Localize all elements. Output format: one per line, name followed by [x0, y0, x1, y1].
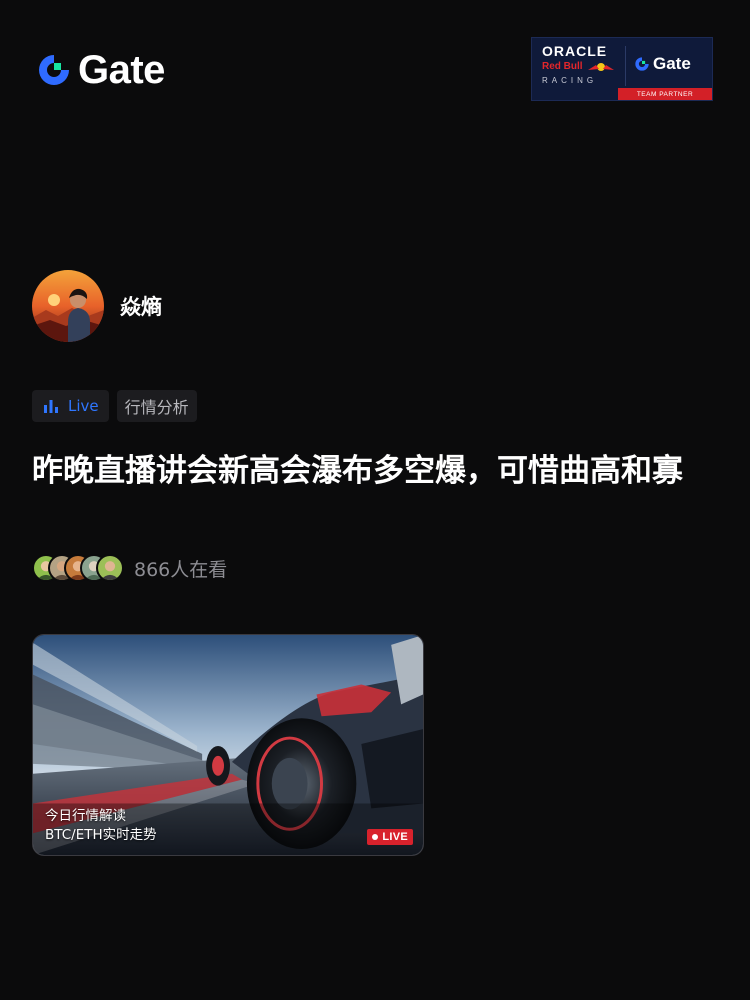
- gate-logo-icon: [39, 55, 69, 85]
- live-badge: LIVE: [367, 829, 413, 845]
- redbull-text: Red Bull: [542, 61, 583, 72]
- logo-text: Gate: [78, 48, 165, 92]
- viewer-avatars: [32, 554, 124, 582]
- tag-row: Live 行情分析: [32, 390, 197, 422]
- racing-text: RACING: [542, 76, 598, 85]
- category-tag-label: 行情分析: [124, 398, 189, 417]
- live-tag-label: Live: [68, 397, 99, 415]
- video-card[interactable]: 今日行情解读 BTC/ETH实时走势 LIVE: [32, 634, 424, 856]
- live-badge-text: LIVE: [382, 831, 408, 843]
- video-caption-line1: 今日行情解读: [45, 808, 126, 824]
- live-tag[interactable]: Live: [32, 390, 109, 422]
- viewer-count: 866人在看: [134, 558, 228, 581]
- live-dot-icon: [372, 834, 379, 840]
- oracle-text: ORACLE: [542, 43, 608, 59]
- video-caption-line2: BTC/ETH实时走势: [45, 827, 157, 843]
- avatar[interactable]: [32, 270, 104, 342]
- sponsor-gate-logo: Gate: [634, 54, 691, 74]
- sponsor-badge: ORACLE Red Bull RACING Gate TEAM PARTNER: [531, 37, 713, 101]
- red-bull-icon: [587, 63, 614, 71]
- gate-logo-icon: [635, 57, 649, 71]
- viewer-avatar: [96, 554, 124, 582]
- viewers-row: 866人在看: [32, 554, 227, 582]
- bar-chart-icon: [44, 400, 58, 413]
- sponsor-gate-text: Gate: [653, 54, 691, 73]
- sponsor-divider: [625, 46, 626, 86]
- team-partner-bar: TEAM PARTNER: [618, 88, 712, 100]
- avatar-image: [32, 270, 104, 342]
- video-caption: 今日行情解读 BTC/ETH实时走势: [45, 807, 157, 845]
- team-partner-text: TEAM PARTNER: [636, 90, 694, 98]
- author-row[interactable]: 焱熵: [32, 270, 162, 342]
- author-name[interactable]: 焱熵: [120, 291, 162, 321]
- category-tag[interactable]: 行情分析: [116, 390, 197, 422]
- post-title[interactable]: 昨晚直播讲会新高会瀑布多空爆，可惜曲高和寡: [32, 448, 722, 495]
- gate-logo[interactable]: Gate: [36, 50, 165, 90]
